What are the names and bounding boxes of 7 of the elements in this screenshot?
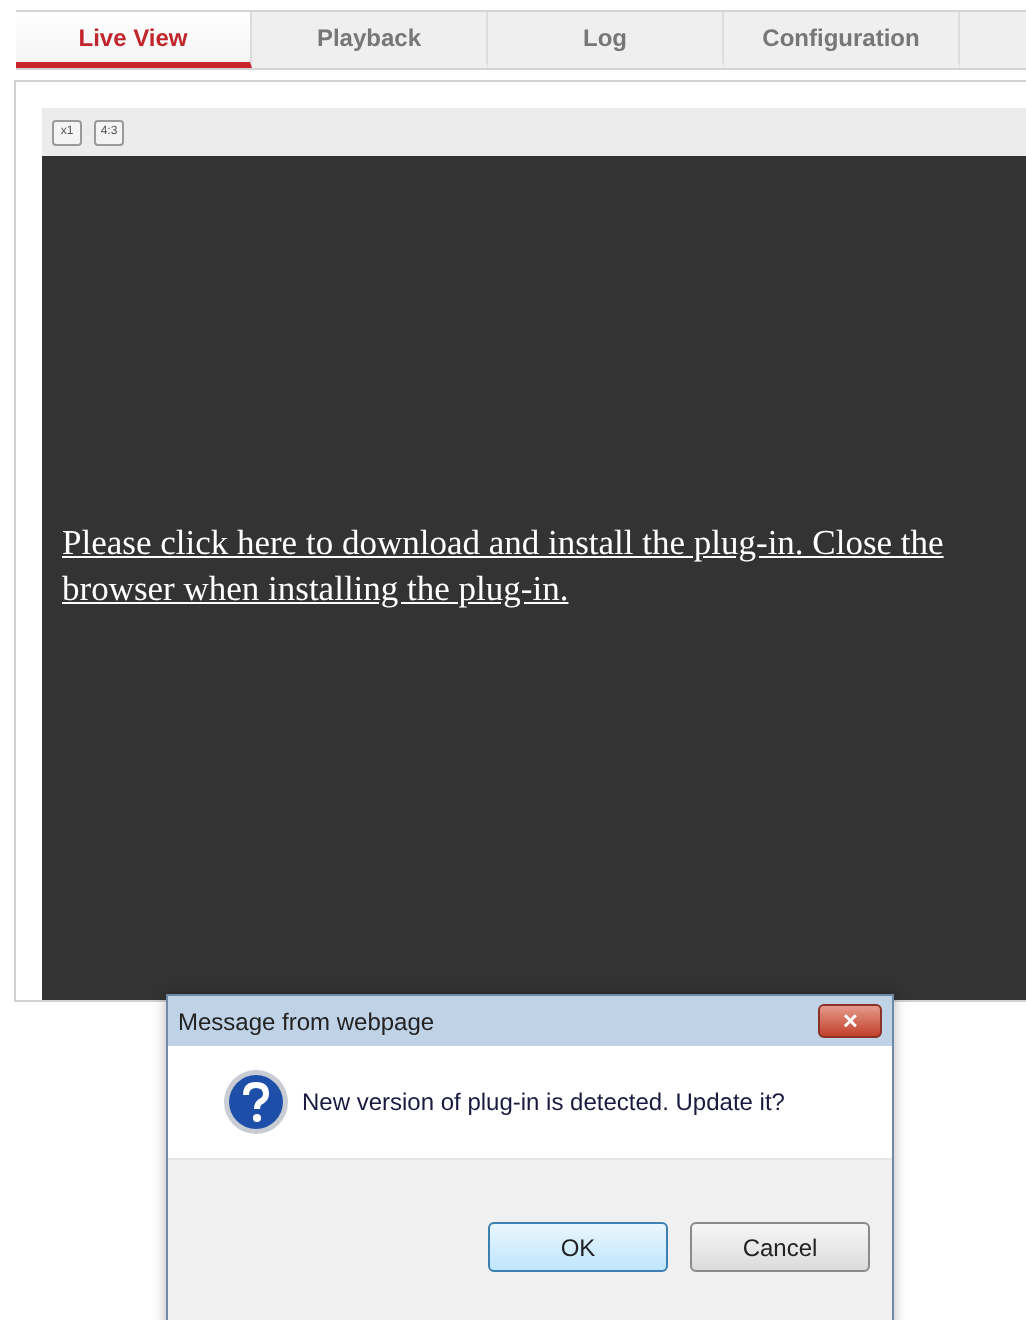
question-icon xyxy=(222,1068,290,1136)
dialog-title: Message from webpage xyxy=(178,1007,435,1035)
plugin-download-link[interactable]: Please click here to download and install the plug-in. Close the browser when installing the plug-in. xyxy=(62,520,1006,612)
dialog-message: New version of plug-in is detected. Update it? xyxy=(302,1088,785,1116)
dialog-button[interactable]: OK xyxy=(488,1222,668,1272)
tab[interactable]: Live View xyxy=(16,12,252,68)
dialog-button[interactable]: Cancel xyxy=(690,1222,870,1272)
